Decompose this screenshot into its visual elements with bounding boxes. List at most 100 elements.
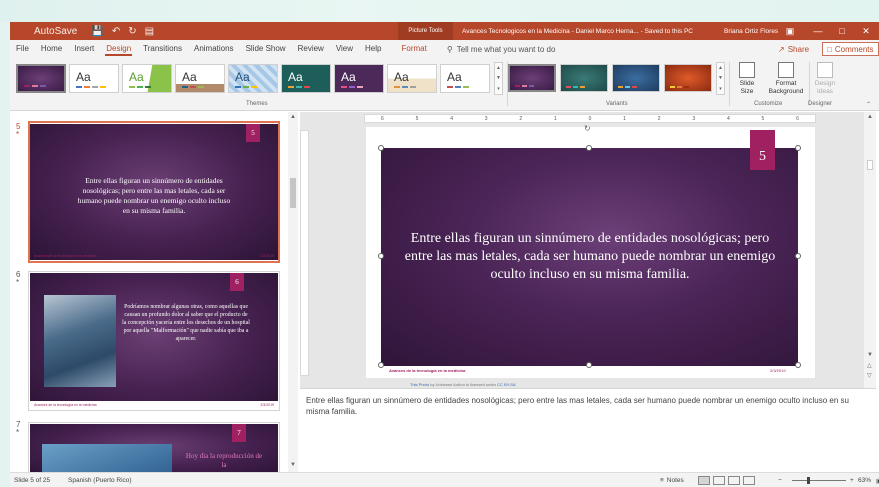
tab-format[interactable]: Format — [387, 40, 432, 58]
scroll-down-icon[interactable]: ▼ — [290, 462, 296, 468]
tab-help[interactable]: Help — [359, 40, 387, 58]
theme-current[interactable] — [16, 64, 66, 93]
tab-review[interactable]: Review — [292, 40, 330, 58]
redo-icon[interactable]: ↻ — [128, 26, 136, 37]
theme-office[interactable]: Aa — [69, 64, 119, 93]
attribution-photo-link[interactable]: This Photo — [410, 382, 429, 387]
themes-gallery-scroll[interactable]: ▲ ▼ ▾ — [494, 62, 503, 95]
slide-body-text[interactable]: Entre ellas figuran un sinnúmero de enti… — [400, 230, 780, 284]
theme-integral[interactable]: Aa — [175, 64, 225, 93]
collapse-ribbon-icon[interactable]: ⌃ — [866, 101, 871, 108]
tab-design[interactable]: Design — [100, 40, 137, 58]
undo-icon[interactable]: ↶ — [112, 26, 120, 37]
maximize-icon[interactable]: □ — [832, 22, 852, 40]
minimize-icon[interactable]: — — [808, 22, 828, 40]
status-bar: Slide 5 of 25 Spanish (Puerto Rico) ≡ No… — [10, 472, 879, 487]
variant-4[interactable] — [664, 64, 712, 92]
comments-button[interactable]: □ Comments — [822, 42, 879, 56]
slide-photo[interactable] — [42, 444, 172, 472]
ribbon: Aa Aa Aa Aa Aa Aa Aa Aa ▲ ▼ ▾ Themes ▲ ▼… — [10, 58, 879, 111]
slide-thumbnail-5[interactable]: 5 Entre ellas figuran un sinnúmero de en… — [30, 124, 278, 260]
more-icon[interactable]: ▾ — [719, 86, 722, 92]
theme-ion[interactable]: Aa — [281, 64, 331, 93]
slide-counter: Slide 5 of 25 — [14, 477, 51, 484]
present-icon[interactable]: ▤ — [145, 26, 154, 37]
variant-3[interactable] — [612, 64, 660, 92]
save-icon[interactable]: 💾 — [91, 26, 103, 37]
format-background-button[interactable]: Format Background — [764, 62, 808, 96]
attribution-license-link[interactable]: CC BY-SA — [497, 382, 516, 387]
tell-me-search[interactable]: ⚲ Tell me what you want to do — [433, 45, 556, 54]
slide-size-button[interactable]: Slide Size — [734, 62, 760, 96]
zoom-out-icon[interactable]: − — [778, 475, 782, 486]
chevron-down-icon[interactable]: ▼ — [496, 75, 501, 81]
slide-scrollbar[interactable]: ▲ ▼ △ ▽ — [864, 112, 876, 388]
notes-toggle-button[interactable]: ≡ Notes — [660, 475, 684, 486]
scroll-up-icon[interactable]: ▲ — [867, 114, 873, 120]
resize-handle-left[interactable] — [378, 253, 384, 259]
close-icon[interactable]: ✕ — [856, 22, 876, 40]
tab-slide-show[interactable]: Slide Show — [240, 40, 292, 58]
scrollbar-thumb[interactable] — [867, 160, 873, 170]
resize-handle-right[interactable] — [795, 253, 801, 259]
tab-transitions[interactable]: Transitions — [137, 40, 188, 58]
share-button[interactable]: ↗ Share — [778, 42, 809, 56]
tab-animations[interactable]: Animations — [188, 40, 240, 58]
theme-facet[interactable]: Aa — [122, 64, 172, 93]
previous-slide-icon[interactable]: △ — [867, 362, 872, 369]
resize-handle-top-right[interactable] — [795, 145, 801, 151]
slide-thumbnail-7[interactable]: 7 Hoy dia la reproducción de la — [30, 424, 278, 472]
user-name[interactable]: Briana Ortiz Flores — [724, 28, 778, 35]
zoom-level[interactable]: 63% — [858, 475, 871, 486]
comments-label: Comments — [834, 44, 874, 54]
resize-handle-bottom-left[interactable] — [378, 362, 384, 368]
autosave-toggle[interactable]: AutoSave — [34, 26, 77, 37]
resize-handle-top[interactable] — [586, 145, 592, 151]
scroll-up-icon[interactable]: ▲ — [290, 114, 296, 120]
resize-handle-top-left[interactable] — [378, 145, 384, 151]
chevron-up-icon[interactable]: ▲ — [718, 65, 723, 71]
normal-view-icon[interactable] — [698, 476, 710, 485]
doctors-photo[interactable] — [44, 295, 116, 387]
scroll-down-icon[interactable]: ▼ — [867, 352, 873, 358]
tab-insert[interactable]: Insert — [68, 40, 100, 58]
variants-gallery-scroll[interactable]: ▲ ▼ ▾ — [716, 62, 725, 95]
reading-view-icon[interactable] — [728, 476, 740, 485]
background-decoration — [0, 0, 879, 22]
variant-1[interactable] — [508, 64, 556, 92]
resize-handle-bottom-right[interactable] — [795, 362, 801, 368]
zoom-slider-thumb[interactable] — [807, 477, 810, 484]
resize-handle-bottom[interactable] — [586, 362, 592, 368]
tab-file[interactable]: File — [10, 40, 35, 58]
slide-thumbnail-6[interactable]: 6 Podríamos nombrar algunas otras, como … — [30, 273, 278, 409]
language-indicator[interactable]: Spanish (Puerto Rico) — [68, 475, 132, 486]
slide-sorter-view-icon[interactable] — [713, 476, 725, 485]
more-icon[interactable]: ▾ — [497, 86, 500, 92]
rotate-handle-icon[interactable]: ↻ — [584, 124, 591, 133]
ribbon-display-icon[interactable]: ▣ — [780, 22, 800, 40]
thumbnails-scrollbar[interactable]: ▲ ▼ — [288, 112, 298, 472]
speaker-notes[interactable]: Entre ellas figuran un sinnúmero de enti… — [300, 388, 876, 470]
scrollbar-thumb[interactable] — [290, 178, 296, 208]
slide-size-icon — [739, 62, 755, 78]
theme-retrospect[interactable]: Aa — [387, 64, 437, 93]
ruler-tick: 3 — [484, 115, 488, 122]
tab-home[interactable]: Home — [35, 40, 68, 58]
zoom-slider[interactable] — [792, 477, 846, 484]
next-slide-icon[interactable]: ▽ — [867, 372, 872, 379]
variant-2[interactable] — [560, 64, 608, 92]
slide-footer-date: 2/3/2019 — [260, 403, 274, 407]
theme-slice[interactable]: Aa — [440, 64, 490, 93]
ruler-tick: 1 — [623, 115, 626, 122]
ruler-tick: 5 — [761, 115, 765, 122]
slide-show-view-icon[interactable] — [743, 476, 755, 485]
theme-organic[interactable]: Aa — [334, 64, 384, 93]
chevron-down-icon[interactable]: ▼ — [718, 75, 723, 81]
slide-body-text: Entre ellas figuran un sinnúmero de enti… — [77, 176, 231, 215]
tab-view[interactable]: View — [330, 40, 359, 58]
chevron-up-icon[interactable]: ▲ — [496, 65, 501, 71]
slide-footer: Avances de la tecnología en la medicina … — [30, 252, 278, 260]
theme-ion-boardroom[interactable]: Aa — [228, 64, 278, 93]
zoom-in-icon[interactable]: + — [850, 475, 854, 486]
design-ideas-button[interactable]: Design Ideas — [810, 62, 840, 96]
